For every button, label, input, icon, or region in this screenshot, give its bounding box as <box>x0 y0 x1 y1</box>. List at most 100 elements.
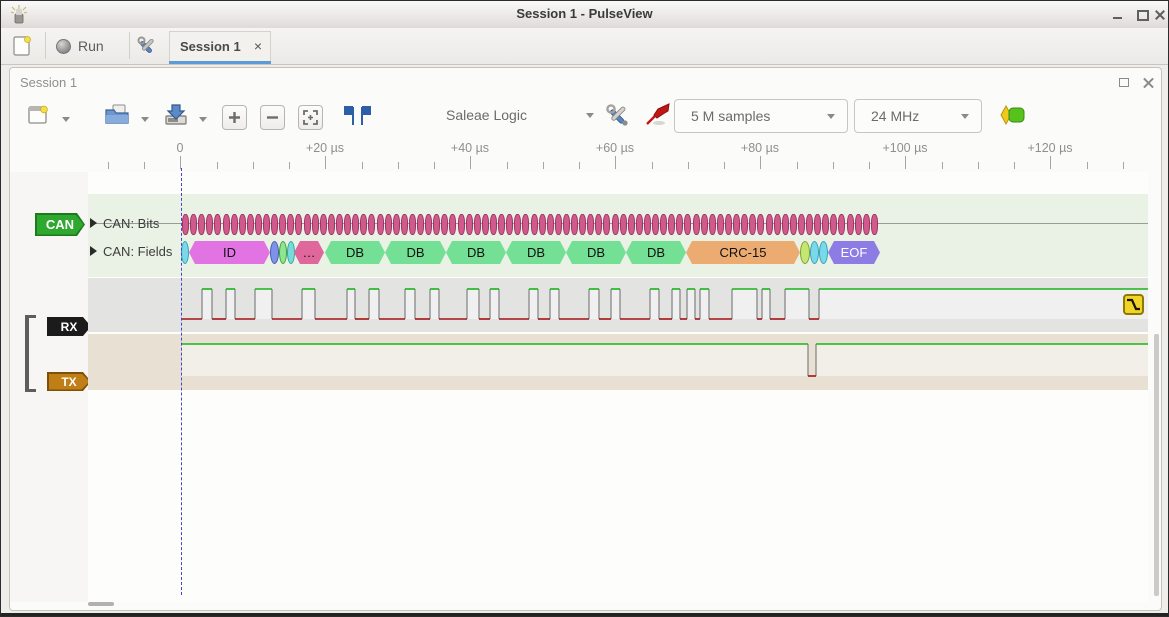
can-bit-annotation <box>814 214 821 235</box>
can-bit-annotation <box>587 214 594 235</box>
can-field-annotation-db: DB <box>325 241 385 264</box>
expand-arrow-icon[interactable] <box>90 246 97 256</box>
can-bit-annotation <box>506 214 513 235</box>
can-bit-annotation <box>741 214 748 235</box>
decoder-row-bits[interactable]: CAN: Bits <box>90 216 159 231</box>
can-field-annotation-db: DB <box>506 241 566 264</box>
trigger-marker[interactable] <box>1123 294 1144 315</box>
can-bit-annotation <box>417 214 424 235</box>
can-bit-annotation <box>539 214 546 235</box>
ruler-minor-tick <box>217 162 218 169</box>
can-field-annotation <box>270 241 279 264</box>
can-bit-annotation <box>612 214 619 235</box>
ruler-label: +60 µs <box>596 141 634 155</box>
can-bit-annotation <box>547 214 554 235</box>
ruler-minor-tick <box>833 162 834 169</box>
can-bit-annotation <box>214 214 221 235</box>
can-bit-annotation <box>255 214 262 235</box>
close-button[interactable] <box>1153 9 1167 21</box>
can-bit-annotation <box>482 214 489 235</box>
can-bit-annotation <box>441 214 448 235</box>
toolbar-separator <box>129 32 130 59</box>
active-tab-indicator <box>169 61 271 64</box>
run-button[interactable]: Run <box>56 34 104 58</box>
maximize-button[interactable] <box>1135 9 1149 21</box>
can-bit-annotation <box>766 214 773 235</box>
tab-close-icon[interactable]: × <box>254 38 262 54</box>
can-bit-annotation <box>247 214 254 235</box>
ruler-label: +40 µs <box>451 141 489 155</box>
ruler-minor-tick <box>579 162 580 169</box>
titlebar[interactable]: Session 1 - PulseView <box>1 1 1168 29</box>
ruler-minor-tick <box>869 162 870 169</box>
can-bit-annotation <box>474 214 481 235</box>
can-bit-annotation <box>701 214 708 235</box>
can-bit-annotation <box>393 214 400 235</box>
can-field-annotation-db: DB <box>566 241 626 264</box>
can-bit-annotation <box>320 214 327 235</box>
new-session-button[interactable] <box>11 34 35 58</box>
tab-session-1[interactable]: Session 1 × <box>169 31 271 64</box>
channel-group-bracket[interactable] <box>25 315 36 392</box>
can-bit-annotation <box>223 214 230 235</box>
decoder-row-fields[interactable]: CAN: Fields <box>90 244 172 259</box>
can-field-annotation-id: ID <box>189 241 270 264</box>
time-ruler[interactable]: 0+20 µs+40 µs+60 µs+80 µs+100 µs+120 µs <box>10 68 1161 172</box>
can-bit-annotation <box>757 214 764 235</box>
ruler-major-tick <box>325 156 326 169</box>
run-label: Run <box>78 38 104 54</box>
settings-button[interactable] <box>135 34 161 58</box>
can-bit-annotation <box>312 214 319 235</box>
can-bit-annotation <box>360 214 367 235</box>
ruler-minor-tick <box>1087 162 1088 169</box>
can-field-annotation <box>800 241 810 264</box>
main-toolbar: Run Session 1 × <box>1 28 1168 65</box>
ruler-minor-tick <box>362 162 363 169</box>
trace-view[interactable]: CAN: Bits CAN: Fields ID…DBDBDBDBDBDBCRC… <box>88 172 1148 602</box>
can-bit-annotation <box>733 214 740 235</box>
ruler-minor-tick <box>434 162 435 169</box>
can-bit-annotation <box>822 214 829 235</box>
expand-arrow-icon[interactable] <box>90 218 97 228</box>
minimize-button[interactable] <box>1111 9 1125 21</box>
can-bit-annotation <box>749 214 756 235</box>
decoder-tag-can[interactable]: CAN <box>35 213 85 236</box>
can-bit-annotation <box>863 214 870 235</box>
maximize-icon <box>1137 10 1149 21</box>
can-bit-annotation <box>433 214 440 235</box>
can-bit-annotation <box>287 214 294 235</box>
pulseview-window: Session 1 - PulseView Run Session 1 <box>0 0 1169 617</box>
can-bit-annotation <box>498 214 505 235</box>
ruler-minor-tick <box>543 162 544 169</box>
channel-tag-label: TX <box>47 372 91 391</box>
can-bit-annotation <box>377 214 384 235</box>
can-bit-annotation <box>466 214 473 235</box>
can-bit-annotation <box>182 214 189 235</box>
can-field-annotation <box>287 241 295 264</box>
channel-tag-rx[interactable]: RX <box>47 317 91 336</box>
can-field-annotation <box>810 241 819 264</box>
can-bit-annotation <box>620 214 627 235</box>
can-bit-annotation <box>798 214 805 235</box>
can-bit-annotation <box>782 214 789 235</box>
window-title: Session 1 - PulseView <box>1 6 1168 21</box>
can-bit-annotation <box>603 214 610 235</box>
can-bit-annotation <box>336 214 343 235</box>
channel-tag-label: RX <box>47 317 91 336</box>
horizontal-scrollbar[interactable] <box>88 602 114 606</box>
can-bit-annotation <box>628 214 635 235</box>
tab-label: Session 1 <box>180 39 241 54</box>
can-bit-annotation <box>522 214 529 235</box>
can-bit-annotation <box>352 214 359 235</box>
can-bit-annotation <box>490 214 497 235</box>
logic-waveforms <box>88 278 1148 402</box>
channel-tag-tx[interactable]: TX <box>47 372 91 391</box>
can-bit-annotation <box>563 214 570 235</box>
can-bit-annotation <box>774 214 781 235</box>
can-bit-annotation <box>409 214 416 235</box>
vertical-scrollbar[interactable] <box>1154 334 1159 596</box>
time-cursor[interactable] <box>181 168 182 595</box>
can-bit-annotation <box>668 214 675 235</box>
can-field-annotation-db: DB <box>446 241 506 264</box>
ruler-minor-tick <box>724 162 725 169</box>
